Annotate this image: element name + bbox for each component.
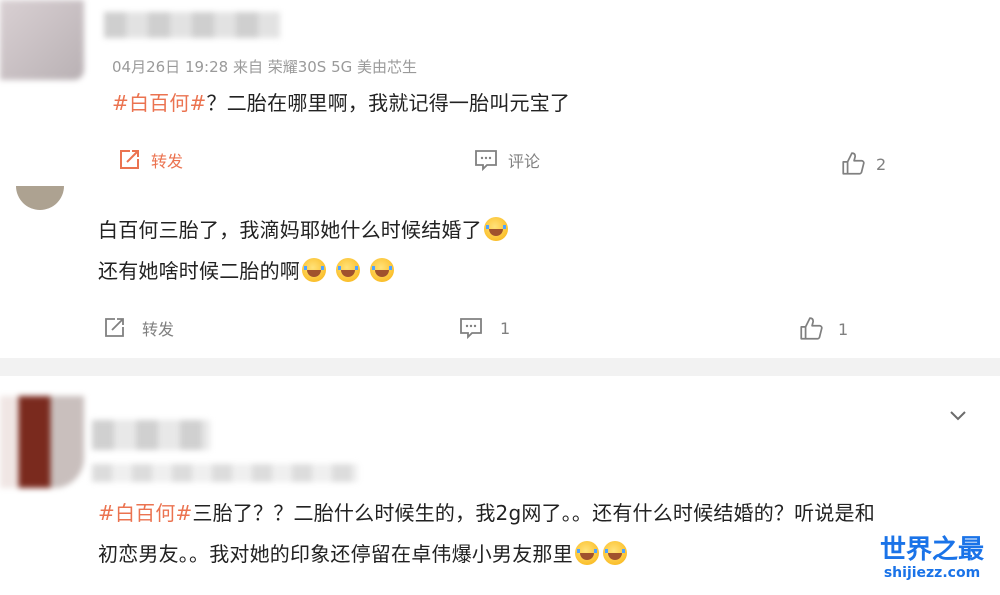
laugh-cry-emoji bbox=[336, 258, 360, 282]
laugh-cry-emoji bbox=[602, 541, 627, 565]
reply-line2-text: 还有她啥时候二胎的啊 bbox=[98, 259, 300, 283]
comment-button[interactable]: 评论 bbox=[474, 148, 540, 172]
repost-button[interactable]: 转发 bbox=[117, 148, 183, 172]
post-body: ？二胎在哪里啊，我就记得一胎叫元宝了 bbox=[206, 91, 571, 115]
chevron-down-icon bbox=[950, 411, 966, 421]
topic-link[interactable]: #白百何# bbox=[98, 501, 193, 525]
post2-text-line1: #白百何#三胎了？？二胎什么时候生的，我2g网了。。还有什么时候结婚的？听说是和 bbox=[98, 497, 875, 526]
repost-icon bbox=[105, 318, 124, 337]
reply-text-line1: 白百何三胎了，我滴妈耶她什么时候结婚了 bbox=[98, 214, 510, 243]
like-count: 2 bbox=[876, 154, 887, 174]
thumbs-up-icon bbox=[842, 152, 865, 175]
avatar[interactable] bbox=[0, 396, 84, 488]
username[interactable] bbox=[92, 420, 210, 450]
reply-repost-label: 转发 bbox=[142, 320, 175, 339]
reply-like-count: 1 bbox=[838, 319, 849, 339]
avatar[interactable] bbox=[0, 0, 84, 80]
laugh-cry-emoji bbox=[483, 217, 508, 241]
comment-icon bbox=[460, 318, 482, 340]
laugh-cry-emoji bbox=[302, 258, 326, 282]
reply-line1-text: 白百何三胎了，我滴妈耶她什么时候结婚了 bbox=[98, 218, 482, 242]
laugh-cry-emoji bbox=[370, 258, 394, 282]
thumbs-up-icon bbox=[800, 317, 823, 340]
reply-avatar[interactable] bbox=[16, 186, 64, 210]
topic-link[interactable]: #白百何# bbox=[112, 91, 207, 115]
watermark-url: shijiezz.com bbox=[883, 565, 981, 581]
post-text: #白百何#？二胎在哪里啊，我就记得一胎叫元宝了 bbox=[112, 87, 570, 116]
post-meta: 04月26日 19:28 来自 荣耀30S 5G 美由芯生 bbox=[112, 58, 418, 76]
comment-icon bbox=[475, 150, 497, 172]
watermark: 世界之最 shijiezz.com bbox=[870, 536, 994, 582]
post2-line2-text: 初恋男友。。我对她的印象还停留在卓伟爆小男友那里 bbox=[98, 542, 573, 566]
laugh-cry-emoji bbox=[574, 541, 599, 565]
reply-like-button[interactable]: 1 bbox=[798, 316, 848, 342]
like-button[interactable]: 2 bbox=[840, 151, 886, 177]
reply-repost-button[interactable]: 转发 bbox=[102, 316, 174, 340]
post-meta bbox=[92, 464, 358, 482]
comment-label: 评论 bbox=[508, 152, 541, 171]
expand-button[interactable] bbox=[946, 403, 970, 427]
divider bbox=[0, 358, 1000, 376]
repost-icon bbox=[120, 150, 139, 169]
username[interactable] bbox=[104, 12, 280, 38]
repost-label: 转发 bbox=[151, 152, 184, 171]
reply-text-line2: 还有她啥时候二胎的啊 bbox=[98, 255, 396, 284]
post2-text-line2: 初恋男友。。我对她的印象还停留在卓伟爆小男友那里 bbox=[98, 538, 629, 567]
reply-comment-count: 1 bbox=[500, 318, 511, 338]
reply-comment-button[interactable]: 1 bbox=[458, 316, 510, 340]
watermark-name: 世界之最 bbox=[879, 535, 984, 565]
post2-line1-rest: 三胎了？？二胎什么时候生的，我2g网了。。还有什么时候结婚的？听说是和 bbox=[192, 501, 875, 525]
